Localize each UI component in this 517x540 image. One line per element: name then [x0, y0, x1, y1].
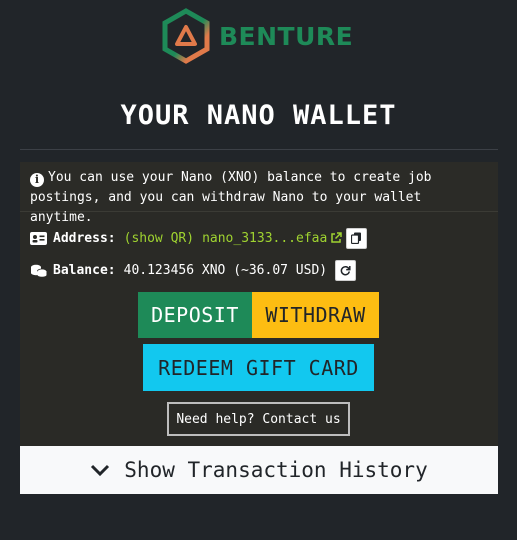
coins-icon [31, 264, 47, 277]
show-qr-link[interactable]: (show QR) [124, 231, 194, 246]
brand-logo[interactable]: BENTURE [161, 8, 353, 64]
info-text: You can use your Nano (XNO) balance to c… [30, 170, 432, 225]
copy-icon [351, 232, 362, 244]
title-divider [20, 149, 498, 150]
balance-row: Balance: 40.123456 XNO (~36.07 USD) [30, 258, 357, 282]
withdraw-button[interactable]: WITHDRAW [252, 292, 379, 338]
copy-address-button[interactable] [346, 227, 368, 249]
deposit-button[interactable]: DEPOSIT [138, 292, 252, 338]
id-card-icon [30, 231, 47, 245]
info-notice: i You can use your Nano (XNO) balance to … [20, 162, 498, 225]
info-circle-icon: i [30, 173, 44, 187]
refresh-icon [340, 265, 351, 275]
redeem-gift-card-button[interactable]: REDEEM GIFT CARD [143, 344, 374, 391]
benture-hexagon-logo-icon [162, 8, 210, 64]
transaction-history-label: Show Transaction History [124, 458, 428, 482]
brand-name: BENTURE [219, 21, 354, 51]
balance-value: 40.123456 XNO (~36.07 USD) [123, 262, 328, 278]
wallet-page: BENTURE YOUR NANO WALLET i You can use yo… [0, 0, 517, 540]
external-link-icon[interactable] [330, 232, 343, 244]
wallet-panel: i You can use your Nano (XNO) balance to … [20, 162, 498, 494]
contact-help-button[interactable]: Need help? Contact us [167, 402, 350, 436]
address-row: Address: (show QR) nano_3133...efaa [30, 226, 368, 250]
transaction-history-toggle[interactable]: Show Transaction History [20, 446, 498, 494]
address-label: Address: [53, 230, 116, 246]
address-link[interactable]: nano_3133...efaa [202, 231, 327, 246]
page-title: YOUR NANO WALLET [120, 100, 397, 131]
chevron-down-icon [91, 464, 110, 477]
balance-label: Balance: [53, 262, 116, 278]
refresh-balance-button[interactable] [335, 259, 357, 281]
